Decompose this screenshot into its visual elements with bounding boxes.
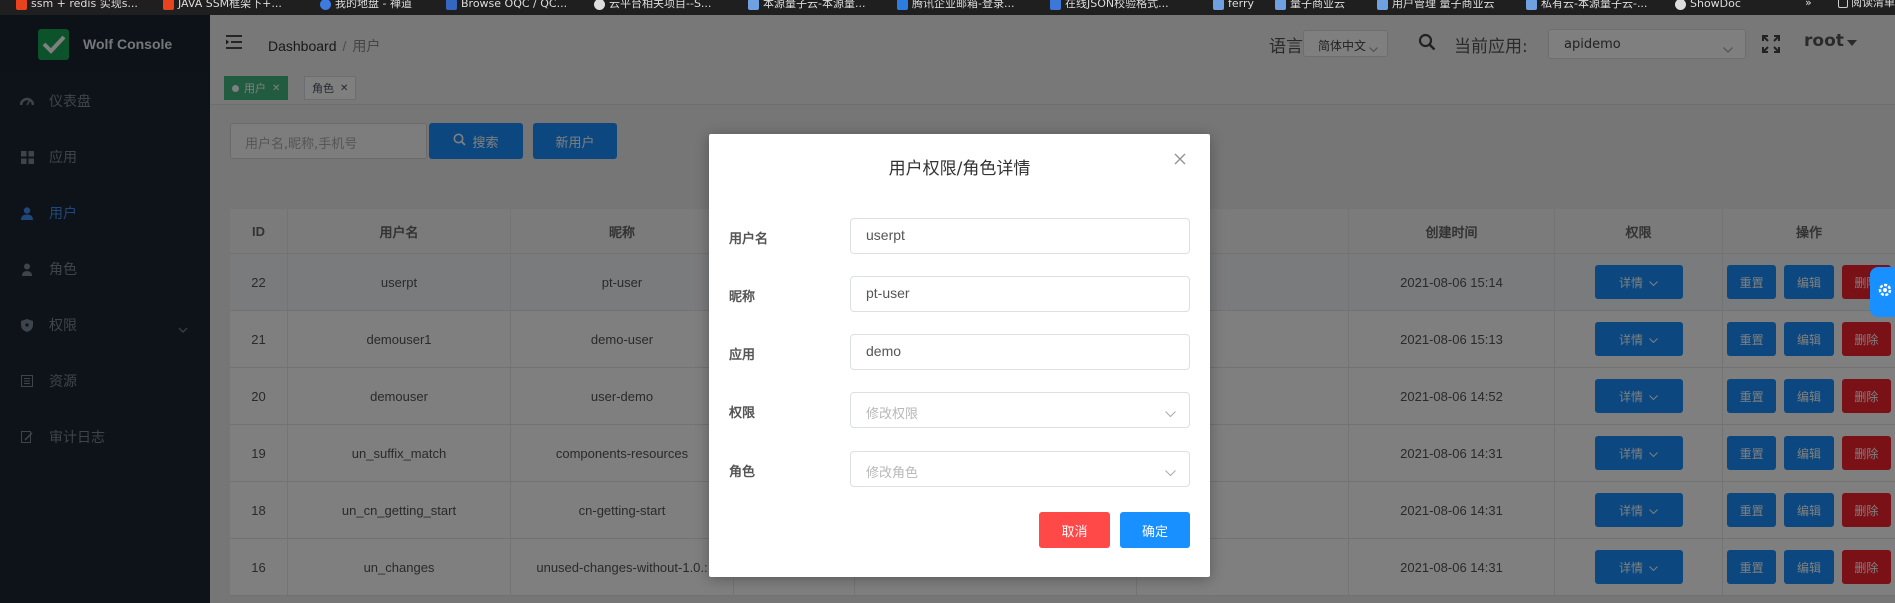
bookmark-icon: [748, 0, 759, 10]
role-label: 角色: [729, 465, 756, 480]
dialog-title: 用户权限/角色详情: [888, 159, 1031, 179]
bookmark-label: ssm + redis 实现s...: [31, 0, 138, 10]
bookmark-icon: [1675, 0, 1686, 10]
bookmark-item[interactable]: Browse OQC / QC...: [446, 0, 567, 10]
bookmark-label: ShowDoc: [1690, 0, 1741, 10]
bookmark-item[interactable]: ShowDoc: [1675, 0, 1741, 10]
bookmark-icon: [1275, 0, 1286, 10]
chevron-down-icon: [1165, 465, 1176, 480]
user-detail-dialog: 用户权限/角色详情 用户名 userpt 昵称 pt-user 应用 demo …: [709, 134, 1210, 577]
bookmark-icon: [1377, 0, 1388, 10]
bookmark-label: 本源量子云-本源量...: [763, 0, 866, 10]
bookmark-item[interactable]: 用户管理 量子商业云: [1377, 0, 1495, 10]
bookmark-item[interactable]: 量子商业云: [1275, 0, 1345, 10]
bookmark-label: 用户管理 量子商业云: [1392, 0, 1495, 10]
floating-settings-button[interactable]: [1870, 267, 1895, 317]
bookmark-label: ferry: [1228, 0, 1255, 10]
bookmarks-bar: ssm + redis 实现s... JAVA SSM框架下+... 我的地盘 …: [0, 0, 1895, 15]
confirm-button-label: 确定: [1141, 524, 1168, 540]
app-label: 应用: [729, 348, 756, 363]
close-icon[interactable]: [1174, 153, 1186, 169]
bookmark-item[interactable]: ssm + redis 实现s...: [16, 0, 138, 10]
confirm-button[interactable]: 确定: [1120, 512, 1190, 548]
app-root: ssm + redis 实现s... JAVA SSM框架下+... 我的地盘 …: [0, 0, 1895, 603]
bookmark-icon: [1050, 0, 1061, 10]
permission-label: 权限: [729, 406, 756, 421]
cancel-button-label: 取消: [1061, 524, 1088, 540]
bookmark-item[interactable]: 本源量子云-本源量...: [748, 0, 865, 10]
bookmark-label: 云平台相关项目--S...: [609, 0, 712, 10]
role-select-placeholder: 修改角色: [866, 465, 919, 480]
bookmark-icon: [446, 0, 457, 10]
bookmark-icon: [16, 0, 27, 10]
bookmark-item[interactable]: 云平台相关项目--S...: [594, 0, 711, 10]
bookmark-icon: [1213, 0, 1224, 10]
bookmark-icon: [897, 0, 908, 10]
bookmark-label: 我的地盘 - 禅道: [335, 0, 412, 10]
bookmark-item[interactable]: 私有云-本源量子云-...: [1526, 0, 1647, 10]
username-field[interactable]: userpt: [850, 218, 1190, 254]
bookmark-item[interactable]: JAVA SSM框架下+...: [163, 0, 282, 10]
bookmark-label: JAVA SSM框架下+...: [178, 0, 282, 10]
bookmark-item[interactable]: 我的地盘 - 禅道: [320, 0, 412, 10]
bookmark-label: Browse OQC / QC...: [461, 0, 568, 10]
bookmark-item[interactable]: 腾讯企业邮箱-登录...: [897, 0, 1014, 10]
chevron-down-icon: [1165, 406, 1176, 421]
bookmark-label: 腾讯企业邮箱-登录...: [912, 0, 1015, 10]
app-field[interactable]: demo: [850, 334, 1190, 370]
bookmark-icon: [163, 0, 174, 10]
bookmark-item[interactable]: ferry: [1213, 0, 1254, 10]
reading-list-button[interactable]: 阅读清单: [1838, 0, 1895, 8]
reading-list-icon: [1838, 0, 1848, 8]
bookmark-label: 在线JSON校验格式...: [1065, 0, 1169, 10]
nickname-label: 昵称: [729, 290, 756, 305]
bookmarks-overflow-button[interactable]: »: [1805, 0, 1812, 8]
reading-list-label: 阅读清单: [1851, 0, 1895, 9]
bookmark-label: 量子商业云: [1290, 0, 1345, 10]
permission-select-placeholder: 修改权限: [866, 406, 919, 421]
role-select[interactable]: 修改角色: [850, 451, 1190, 487]
bookmark-icon: [1526, 0, 1537, 10]
gear-icon: [1877, 282, 1893, 302]
bookmark-icon: [594, 0, 605, 10]
bookmark-item[interactable]: 在线JSON校验格式...: [1050, 0, 1169, 10]
permission-select[interactable]: 修改权限: [850, 392, 1190, 428]
nickname-field[interactable]: pt-user: [850, 276, 1190, 312]
bookmark-label: 私有云-本源量子云-...: [1541, 0, 1648, 10]
cancel-button[interactable]: 取消: [1039, 512, 1110, 548]
username-label: 用户名: [729, 232, 769, 247]
bookmark-icon: [320, 0, 331, 10]
